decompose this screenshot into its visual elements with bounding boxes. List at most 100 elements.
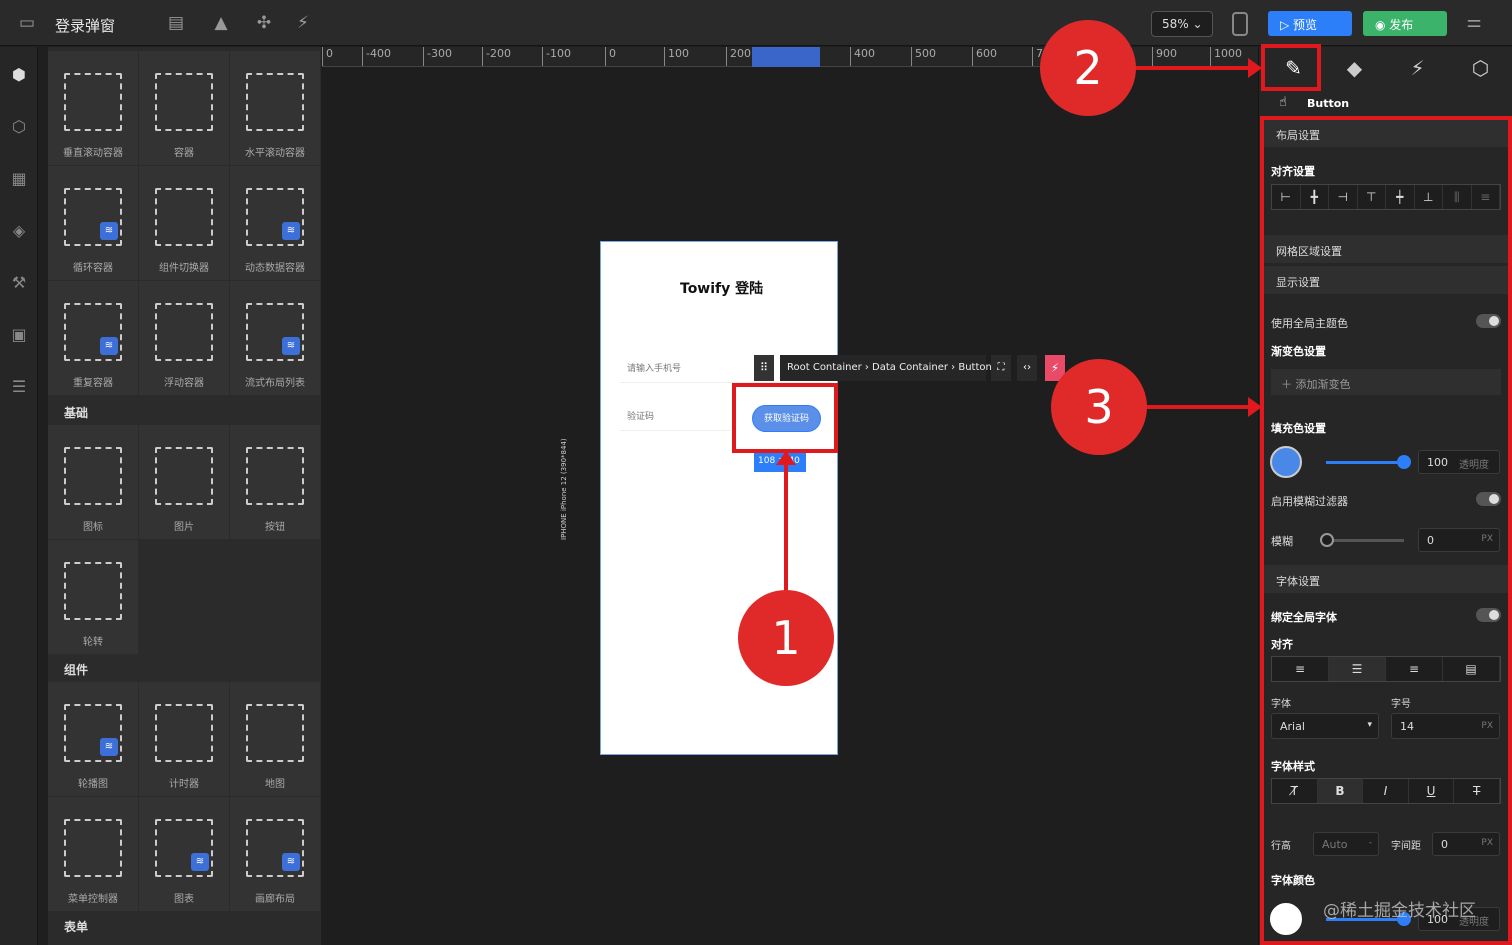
- ruler-tick-label: 900: [1152, 47, 1177, 66]
- arrow-head-right-icon: [1248, 58, 1262, 78]
- library-item[interactable]: ≋ 循环容器: [48, 166, 138, 280]
- arrow-head-right-icon: [1248, 397, 1262, 417]
- flash-icon[interactable]: ⚡: [293, 13, 313, 33]
- library-item[interactable]: 水平滚动容器: [230, 51, 320, 165]
- component-thumbnail-icon: [155, 704, 213, 762]
- code-input-placeholder[interactable]: 验证码: [627, 409, 654, 422]
- component-thumbnail-icon: [246, 447, 304, 505]
- component-thumbnail-icon: [64, 562, 122, 620]
- grid-icon[interactable]: ▦: [9, 169, 29, 189]
- breadcrumb[interactable]: Root Container › Data Container › Button: [780, 355, 992, 381]
- library-item[interactable]: 按钮: [230, 425, 320, 539]
- publish-button[interactable]: ◉ 发布: [1363, 11, 1447, 36]
- cube-icon[interactable]: ⬢: [9, 65, 29, 85]
- library-item[interactable]: 图标: [48, 425, 138, 539]
- device-icon[interactable]: [1232, 12, 1248, 36]
- component-thumbnail-icon: [64, 819, 122, 877]
- component-thumbnail-icon: [246, 73, 304, 131]
- ruler-tick-label: 0: [605, 47, 616, 66]
- library-item[interactable]: ≋ 轮播图: [48, 682, 138, 796]
- publish-label: 发布: [1389, 18, 1414, 32]
- annotation-badge-1: 1: [738, 590, 834, 686]
- library-item-label: 图片: [174, 522, 194, 533]
- database-icon: ≋: [191, 853, 209, 871]
- tab-diamond-icon[interactable]: ◆: [1323, 47, 1386, 89]
- library-item-label: 浮动容器: [164, 378, 204, 389]
- library-item-label: 垂直滚动容器: [63, 148, 123, 159]
- library-item[interactable]: ≋ 图表: [139, 797, 229, 911]
- annotation-badge-3: 3: [1051, 359, 1147, 455]
- library-item[interactable]: 计时器: [139, 682, 229, 796]
- annotation-arrow-2: [1134, 66, 1250, 70]
- library-item[interactable]: 组件切换器: [139, 166, 229, 280]
- library-item[interactable]: 垂直滚动容器: [48, 51, 138, 165]
- library-item-label: 组件切换器: [159, 263, 209, 274]
- document-icon[interactable]: ▤: [166, 13, 186, 33]
- list-icon[interactable]: ☰: [9, 377, 29, 397]
- drag-handle-icon[interactable]: ⠿: [754, 355, 774, 381]
- tab-package-icon[interactable]: ⬡: [1449, 47, 1512, 89]
- library-item[interactable]: 图片: [139, 425, 229, 539]
- library-item-label: 地图: [265, 779, 285, 790]
- library-item-label: 图表: [174, 894, 194, 905]
- library-item[interactable]: 轮转: [48, 540, 138, 654]
- library-item-label: 轮转: [83, 637, 103, 648]
- selected-element-type: Button: [1307, 97, 1350, 110]
- library-item-label: 动态数据容器: [245, 263, 305, 274]
- component-thumbnail-icon: [155, 73, 213, 131]
- library-item[interactable]: ≋ 重复容器: [48, 281, 138, 395]
- library-item[interactable]: 菜单控制器: [48, 797, 138, 911]
- chevron-down-icon: ⌄: [1192, 17, 1203, 31]
- library-item[interactable]: ≋ 动态数据容器: [230, 166, 320, 280]
- component-thumbnail-icon: [155, 188, 213, 246]
- pages-icon[interactable]: ▣: [9, 325, 29, 345]
- ruler-tick-label: 600: [972, 47, 997, 66]
- zoom-value: 58%: [1162, 17, 1189, 31]
- component-thumbnail-icon: [155, 447, 213, 505]
- left-rail: ⬢ ⬡ ▦ ◈ ⚒ ▣ ☰: [0, 47, 38, 945]
- library-item[interactable]: 地图: [230, 682, 320, 796]
- component-thumbnail-icon: [246, 704, 304, 762]
- library-item-label: 流式布局列表: [245, 378, 305, 389]
- ruler-tick-label: -300: [423, 47, 452, 66]
- zoom-select[interactable]: 58% ⌄: [1151, 11, 1213, 37]
- annotation-badge-2: 2: [1040, 20, 1136, 116]
- components-icon[interactable]: ✣: [254, 13, 274, 33]
- arrow-head-up-icon: [776, 451, 796, 465]
- database-icon: ≋: [282, 337, 300, 355]
- device-label: IPHONE iPhone 12 (390*844): [560, 438, 568, 540]
- watermark: @稀土掘金技术社区: [1323, 901, 1476, 921]
- library-item-label: 重复容器: [73, 378, 113, 389]
- hammer-icon[interactable]: ⚒: [9, 273, 29, 293]
- preview-button[interactable]: ▷ 预览: [1268, 11, 1352, 36]
- ruler-tick-label: -200: [482, 47, 511, 66]
- tab-action-icon[interactable]: ⚡: [1386, 47, 1449, 89]
- ruler-tick-label: 100: [664, 47, 689, 66]
- sidebar-toggle-icon[interactable]: ▭: [17, 13, 37, 33]
- app-title[interactable]: Towify 登陆: [680, 278, 763, 298]
- annotation-box-style-tab: [1261, 44, 1321, 91]
- hand-cursor-icon: ☝: [1279, 95, 1287, 110]
- code-icon[interactable]: ‹›: [1017, 355, 1037, 381]
- eye-icon: ◉: [1375, 18, 1390, 32]
- library-item-label: 循环容器: [73, 263, 113, 274]
- drive-icon[interactable]: ▲: [211, 13, 231, 33]
- top-toolbar: ▭ 登录弹窗 ▤ ▲ ✣ ⚡ 58% ⌄ ▷ 预览 ◉ 发布 ⚌: [0, 0, 1512, 46]
- settings-sliders-icon[interactable]: ⚌: [1462, 12, 1486, 34]
- annotation-arrow-3: [1146, 405, 1250, 409]
- library-item[interactable]: ≋ 流式布局列表: [230, 281, 320, 395]
- preview-label: 预览: [1293, 18, 1318, 32]
- library-item[interactable]: ≋ 画廊布局: [230, 797, 320, 911]
- library-item[interactable]: 浮动容器: [139, 281, 229, 395]
- library-item-label: 菜单控制器: [68, 894, 118, 905]
- component-thumbnail-icon: [155, 303, 213, 361]
- phone-input-placeholder[interactable]: 请输入手机号: [627, 361, 681, 374]
- library-item[interactable]: 容器: [139, 51, 229, 165]
- page-title: 登录弹窗: [55, 17, 116, 35]
- annotation-box-panel: [1260, 116, 1512, 945]
- ruler-selection-highlight: [752, 47, 820, 67]
- fullscreen-icon[interactable]: ⛶: [991, 355, 1011, 381]
- blocks-icon[interactable]: ⬡: [9, 117, 29, 137]
- layers-icon[interactable]: ◈: [9, 221, 29, 241]
- play-icon: ▷: [1280, 18, 1294, 32]
